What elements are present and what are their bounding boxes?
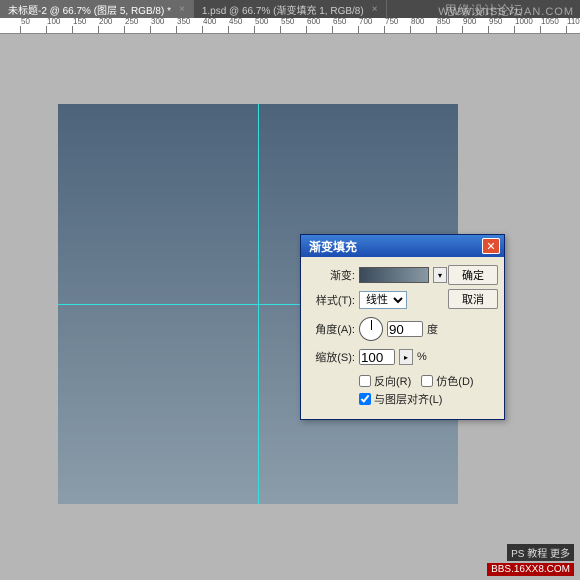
dialog-title: 渐变填充 xyxy=(309,238,357,255)
gradient-label: 渐变: xyxy=(307,267,355,283)
ruler-horizontal: 5010015020025030035040045050055060065070… xyxy=(0,18,580,34)
scale-unit: % xyxy=(417,351,427,363)
footer-watermark: PS 教程 更多 BBS.16XX8.COM xyxy=(487,544,574,576)
gradient-dropdown[interactable]: ▾ xyxy=(433,267,447,283)
workspace: 渐变填充 ✕ 确定 取消 渐变: ▾ 样式(T): 线性 角度(A): xyxy=(0,34,580,580)
align-checkbox[interactable]: 与图层对齐(L) xyxy=(359,391,498,407)
close-button[interactable]: ✕ xyxy=(482,238,500,254)
tab-doc-1[interactable]: 未标题-2 @ 66.7% (图层 5, RGB/8) * × xyxy=(0,0,194,18)
angle-input[interactable] xyxy=(387,321,423,337)
scale-input[interactable] xyxy=(359,349,395,365)
tab-doc-2[interactable]: 1.psd @ 66.7% (渐变填充 1, RGB/8) × xyxy=(194,0,387,18)
angle-label: 角度(A): xyxy=(307,321,355,337)
gradient-fill-dialog: 渐变填充 ✕ 确定 取消 渐变: ▾ 样式(T): 线性 角度(A): xyxy=(300,234,505,420)
reverse-checkbox[interactable]: 反向(R) xyxy=(359,373,411,389)
scale-stepper[interactable]: ▸ xyxy=(399,349,413,365)
tab-label: 1.psd @ 66.7% (渐变填充 1, RGB/8) xyxy=(202,2,364,17)
close-icon[interactable]: × xyxy=(179,4,185,15)
gradient-preview[interactable] xyxy=(359,267,429,283)
close-icon[interactable]: × xyxy=(372,4,378,15)
watermark-url: WWW.MISSYUAN.COM xyxy=(438,6,574,18)
angle-unit: 度 xyxy=(427,321,438,337)
dither-checkbox[interactable]: 仿色(D) xyxy=(421,373,473,389)
tab-label: 未标题-2 @ 66.7% (图层 5, RGB/8) * xyxy=(8,2,171,17)
style-select[interactable]: 线性 xyxy=(359,291,407,309)
angle-dial[interactable] xyxy=(359,317,383,341)
style-label: 样式(T): xyxy=(307,292,355,308)
ok-button[interactable]: 确定 xyxy=(448,265,498,285)
cancel-button[interactable]: 取消 xyxy=(448,289,498,309)
scale-label: 缩放(S): xyxy=(307,349,355,365)
dialog-titlebar[interactable]: 渐变填充 ✕ xyxy=(301,235,504,257)
